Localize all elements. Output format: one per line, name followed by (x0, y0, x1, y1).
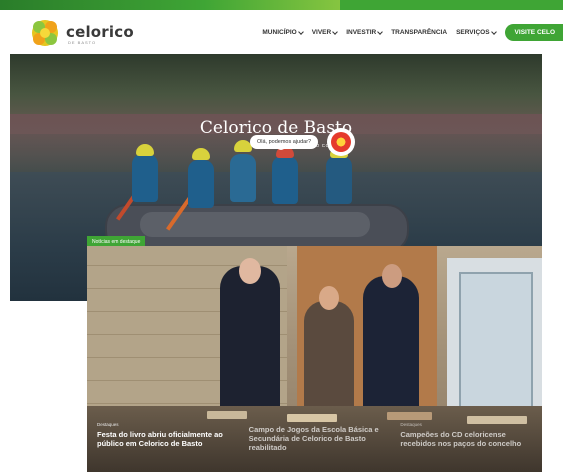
chat-assistant-button[interactable] (327, 128, 355, 156)
person-left-head (239, 258, 261, 284)
news-articles: Destaques Festa do livro abriu oficialme… (87, 418, 542, 472)
rafter (272, 156, 298, 204)
nav-item-investir[interactable]: INVESTIR (346, 28, 384, 36)
main-nav: MUNICÍPIO VIVER INVESTIR TRANSPARÊNCIA S… (262, 24, 563, 41)
chat-greeting-bubble[interactable]: Olá, podemos ajudar? (250, 135, 319, 149)
nav-item-viver[interactable]: VIVER (311, 28, 339, 36)
article-category: Destaques (400, 422, 422, 427)
helmet (192, 148, 210, 160)
article-title: Campeões do CD celoricense recebidos nos… (400, 430, 522, 448)
nav-item-servicos[interactable]: SERVIÇOS (456, 28, 497, 36)
flower-logo-icon (32, 20, 58, 46)
news-article[interactable]: Destaques Festa do livro abriu oficialme… (87, 418, 239, 472)
news-article[interactable]: Destaques Campeões do CD celoricense rec… (390, 418, 542, 472)
article-title: Festa do livro abriu oficialmente ao púb… (97, 430, 223, 448)
nav-item-label: TRANSPARÊNCIA (391, 29, 448, 36)
chevron-down-icon (377, 28, 384, 35)
rafter (230, 154, 256, 202)
rafter (188, 160, 214, 208)
flower-mascot-icon (331, 132, 351, 152)
top-color-bar (0, 0, 563, 10)
article-title: Campo de Jogos da Escola Básica e Secund… (248, 425, 379, 452)
person-left (220, 266, 280, 421)
logo-text: celorico (66, 23, 134, 41)
person-center (304, 301, 354, 421)
person-right (363, 276, 419, 421)
chevron-down-icon (297, 28, 304, 35)
nav-item-label: VIVER (311, 29, 332, 36)
article-category: Destaques (97, 422, 119, 427)
nav-item-label: INVESTIR (346, 29, 377, 36)
chevron-down-icon (490, 28, 497, 35)
person-right-head (382, 264, 402, 288)
logo-subtitle: DE BASTO (68, 40, 97, 45)
door-glass (459, 272, 533, 416)
top-gradient-strip (0, 0, 340, 10)
nav-item-label: MUNICÍPIO (262, 29, 297, 36)
nav-item-label: SERVIÇOS (456, 29, 490, 36)
visit-celorico-button[interactable]: VISITE CELO (504, 24, 563, 41)
helmet (136, 144, 154, 156)
site-header: celorico DE BASTO MUNICÍPIO VIVER INVEST… (0, 10, 563, 54)
news-article[interactable]: Campo de Jogos da Escola Básica e Secund… (239, 418, 391, 472)
rafter (326, 156, 352, 204)
nav-item-municipio[interactable]: MUNICÍPIO (262, 28, 304, 36)
chevron-down-icon (332, 28, 339, 35)
nav-item-transparencia[interactable]: TRANSPARÊNCIA (391, 29, 447, 36)
site-logo[interactable]: celorico DE BASTO (30, 18, 134, 48)
person-center-head (319, 286, 339, 310)
rafter (132, 154, 158, 202)
